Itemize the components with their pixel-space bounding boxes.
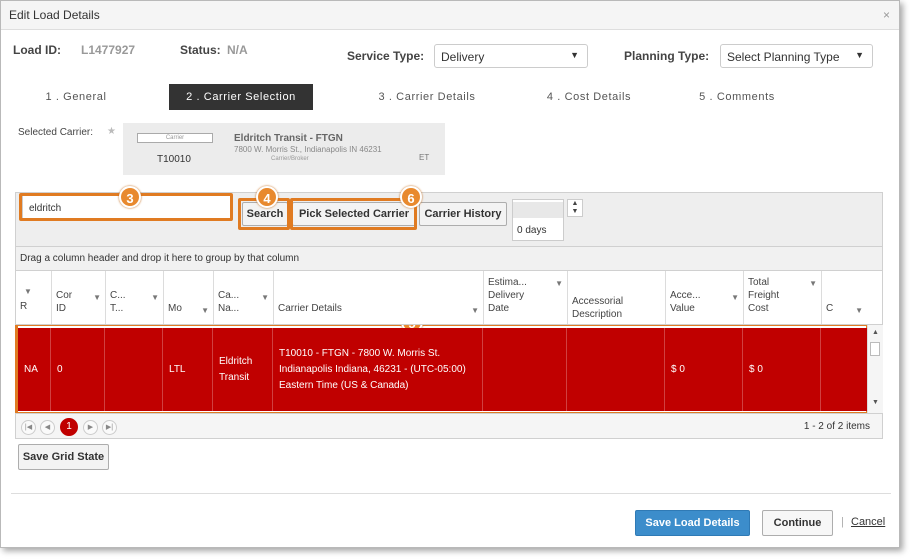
grid-header: ▼ R Cor ID ▼ C... T... ▼ Mo ▼ Ca... Na... ▼ Carr… xyxy=(15,271,883,325)
scroll-up-icon[interactable]: ▲ xyxy=(872,329,879,336)
grid-pager: |◀ ◀ 1 ▶ ▶| 1 - 2 of 2 items xyxy=(15,413,883,439)
edit-load-dialog: Edit Load Details × Load ID: L1477927 St… xyxy=(0,0,900,548)
step-badge-3: 3 xyxy=(119,186,141,208)
cell-total-cost: $ 0 xyxy=(743,328,821,411)
step-badge-6: 6 xyxy=(400,186,422,208)
cancel-link[interactable]: Cancel xyxy=(851,516,885,528)
chevron-down-icon: ▼ xyxy=(570,50,579,60)
carrier-tag: Carrier xyxy=(137,133,213,143)
next-page-icon[interactable]: ▶ xyxy=(83,420,98,435)
col-header-acc-value[interactable]: Acce... Value ▼ xyxy=(666,271,744,324)
col-header-name[interactable]: Ca... Na... ▼ xyxy=(214,271,274,324)
service-type-label: Service Type: xyxy=(347,49,425,63)
first-page-icon[interactable]: |◀ xyxy=(21,420,36,435)
tab-carrier-details[interactable]: 3 . Carrier Details xyxy=(355,84,499,110)
carrier-name: Eldritch Transit - FTGN xyxy=(234,133,343,144)
highlight-pick-button xyxy=(290,198,417,230)
selected-carrier-card: Carrier T10010 Eldritch Transit - FTGN 7… xyxy=(123,123,445,175)
last-page-icon[interactable]: ▶| xyxy=(102,420,117,435)
footer-divider xyxy=(11,493,891,494)
service-type-value: Delivery xyxy=(441,50,485,64)
grid-vertical-scrollbar[interactable]: ▲ ▼ xyxy=(867,325,883,413)
tab-cost-details[interactable]: 4 . Cost Details xyxy=(527,84,651,110)
col-header-c[interactable]: C ▼ xyxy=(822,271,867,324)
cell-r: NA xyxy=(18,328,51,411)
col-header-id[interactable]: Cor ID ▼ xyxy=(52,271,106,324)
tab-carrier-selection[interactable]: 2 . Carrier Selection xyxy=(169,84,313,110)
carrier-timezone: ET xyxy=(419,153,430,162)
planning-type-select[interactable]: Select Planning Type ▼ xyxy=(720,44,873,68)
col-header-accessorial[interactable]: Accessorial Description xyxy=(568,271,666,324)
scroll-thumb[interactable] xyxy=(870,342,880,356)
days-suffix: 0 days xyxy=(517,225,547,236)
col-header-total-cost[interactable]: Total Freight Cost ▼ xyxy=(744,271,822,324)
continue-button[interactable]: Continue xyxy=(762,510,833,536)
service-type-select[interactable]: Delivery ▼ xyxy=(434,44,588,68)
selected-carrier-label: Selected Carrier: xyxy=(18,127,94,138)
tab-general[interactable]: 1 . General xyxy=(13,84,139,110)
dialog-title: Edit Load Details xyxy=(9,8,100,22)
col-header-mode[interactable]: Mo ▼ xyxy=(164,271,214,324)
col-header-r[interactable]: ▼ R xyxy=(16,271,52,324)
planning-type-value: Select Planning Type xyxy=(727,50,840,64)
table-row-selected[interactable]: NA 0 LTL Eldritch Transit T10010 - FTGN … xyxy=(18,328,867,411)
carrier-code: T10010 xyxy=(157,154,191,165)
days-spinner[interactable]: ▲ ▼ xyxy=(567,199,583,217)
pager-summary: 1 - 2 of 2 items xyxy=(803,421,870,432)
scroll-down-icon[interactable]: ▼ xyxy=(872,399,879,406)
days-input[interactable] xyxy=(513,202,563,218)
tab-comments[interactable]: 5 . Comments xyxy=(677,84,797,110)
carrier-type: Carrier/Broker xyxy=(271,156,309,162)
load-id-value: L1477927 xyxy=(81,43,136,57)
dialog-titlebar: Edit Load Details × xyxy=(1,1,899,30)
step-badge-4: 4 xyxy=(256,186,278,208)
prev-page-icon[interactable]: ◀ xyxy=(40,420,55,435)
col-header-carrier-details[interactable]: Carrier Details ▼ xyxy=(274,271,484,324)
status-label: Status: xyxy=(180,43,221,57)
footer-separator: | xyxy=(841,516,844,528)
carrier-history-button[interactable]: Carrier History xyxy=(419,202,507,226)
planning-type-label: Planning Type: xyxy=(624,49,710,63)
cell-mode: LTL xyxy=(163,328,213,411)
carrier-address: 7800 W. Morris St., Indianapolis IN 4623… xyxy=(234,145,382,154)
cell-t xyxy=(105,328,163,411)
col-header-delivery-date[interactable]: Estima... Delivery Date ▼ xyxy=(484,271,568,324)
group-by-hint: Drag a column header and drop it here to… xyxy=(15,247,883,271)
save-grid-state-button[interactable]: Save Grid State xyxy=(18,444,109,470)
col-header-t[interactable]: C... T... ▼ xyxy=(106,271,164,324)
cell-acc-value: $ 0 xyxy=(665,328,743,411)
chevron-down-icon: ▼ xyxy=(855,50,864,60)
cell-accessorial xyxy=(567,328,665,411)
page-1-button[interactable]: 1 xyxy=(60,418,78,436)
cell-name: Eldritch Transit xyxy=(213,328,273,411)
cell-carrier-details: T10010 - FTGN - 7800 W. Morris St. India… xyxy=(273,328,483,411)
days-field[interactable]: 0 days xyxy=(512,199,564,241)
close-icon[interactable]: × xyxy=(883,8,890,22)
load-id-label: Load ID: xyxy=(13,43,61,57)
cell-c xyxy=(821,328,867,411)
cell-delivery-date xyxy=(483,328,567,411)
save-load-details-button[interactable]: Save Load Details xyxy=(635,510,750,536)
cell-id: 0 xyxy=(51,328,105,411)
status-value: N/A xyxy=(227,43,248,57)
star-icon[interactable]: ★ xyxy=(107,126,116,137)
